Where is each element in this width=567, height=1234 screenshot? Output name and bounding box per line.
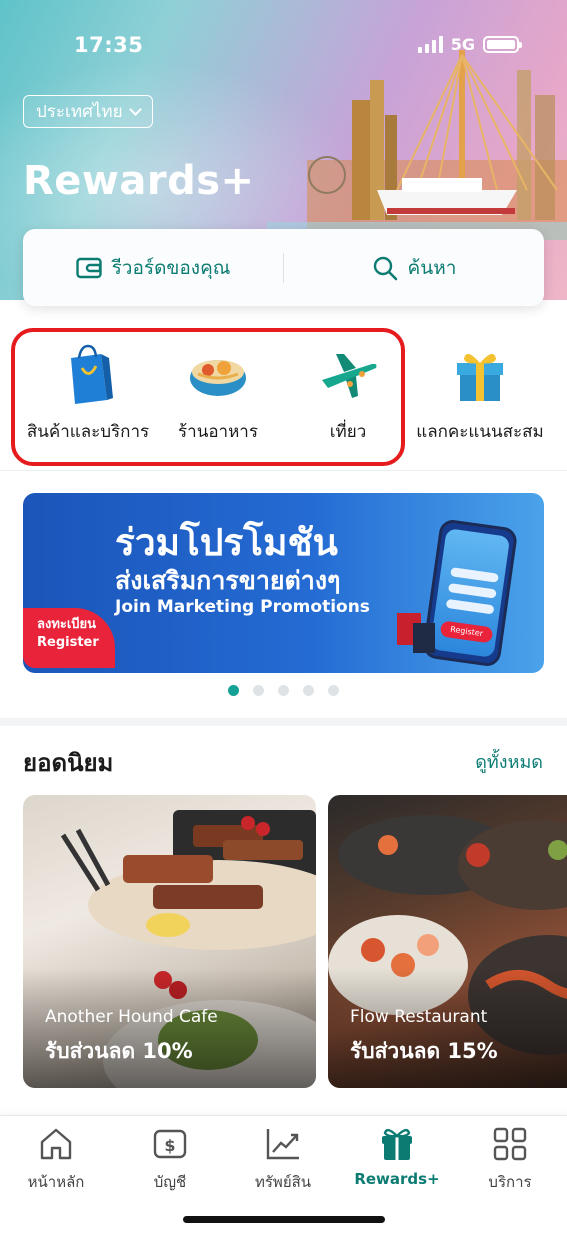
tab-label: หน้าหลัก [27, 1173, 85, 1191]
country-selector-label: ประเทศไทย [36, 102, 123, 122]
tab-label: Rewards+ [354, 1170, 440, 1188]
carousel-dot[interactable] [253, 685, 264, 696]
section-gap [0, 718, 567, 726]
carousel-dot[interactable] [303, 685, 314, 696]
signal-icon [417, 36, 443, 53]
tab-assets[interactable]: ทรัพย์สิน [228, 1124, 338, 1194]
carousel-dot[interactable] [228, 685, 239, 696]
tab-services[interactable]: บริการ [455, 1124, 565, 1194]
banner-english-text: Join Marketing Promotions [115, 597, 370, 617]
chart-up-icon [263, 1124, 303, 1164]
shopping-bags-illustration [397, 613, 435, 653]
status-bar: 17:35 5G [0, 0, 567, 90]
grid-icon [490, 1124, 530, 1164]
register-en-label: Register [37, 635, 99, 650]
popular-cards: Another Hound Cafe รับส่วนลด 10% Flow Re… [23, 795, 567, 1088]
status-indicators: 5G [417, 35, 522, 54]
quick-actions-card: รีวอร์ดของคุณ ค้นหา [23, 229, 544, 306]
banner-register-badge[interactable]: ลงทะเบียน Register [23, 608, 115, 668]
gift-box-icon [445, 344, 515, 406]
category-highlight-outline [11, 328, 405, 466]
dollar-card-icon: $ [150, 1124, 190, 1164]
card-merchant-name: Another Hound Cafe [45, 1007, 218, 1027]
divider [0, 470, 567, 471]
tab-rewards[interactable]: Rewards+ [342, 1124, 452, 1188]
promo-banner[interactable]: ร่วมโปรโมชัน ส่งเสริมการขายต่างๆ Join Ma… [23, 493, 544, 673]
carousel-dot[interactable] [278, 685, 289, 696]
phone-register-button: Register [439, 620, 494, 644]
page-title: Rewards+ [23, 158, 255, 204]
popular-section-title: ยอดนิยม [23, 749, 114, 777]
banner-subheadline: ส่งเสริมการขายต่างๆ [115, 566, 341, 595]
popular-card-another-hound-cafe[interactable]: Another Hound Cafe รับส่วนลด 10% [23, 795, 316, 1088]
popular-card-flow-restaurant[interactable]: Flow Restaurant รับส่วนลด 15% [328, 795, 567, 1088]
see-all-link[interactable]: ดูทั้งหมด [475, 747, 543, 776]
carousel-indicator [0, 685, 567, 696]
chevron-down-icon [128, 102, 142, 116]
category-redeem-points[interactable]: แลกคะแนนสะสม [405, 344, 555, 445]
gift-icon [377, 1124, 417, 1164]
carousel-dot[interactable] [328, 685, 339, 696]
country-selector[interactable]: ประเทศไทย [23, 95, 153, 128]
tab-home[interactable]: หน้าหลัก [1, 1124, 111, 1194]
tab-label: บัญชี [153, 1173, 187, 1191]
my-rewards-button[interactable]: รีวอร์ดของคุณ [23, 229, 283, 306]
card-discount: รับส่วนลด 10% [45, 1039, 193, 1063]
card-discount: รับส่วนลด 15% [350, 1039, 498, 1063]
search-icon [373, 256, 397, 280]
tab-accounts[interactable]: $ บัญชี [115, 1124, 225, 1194]
search-button[interactable]: ค้นหา [284, 229, 544, 306]
network-type: 5G [450, 35, 475, 54]
register-th-label: ลงทะเบียน [37, 617, 97, 632]
search-label: ค้นหา [407, 256, 457, 279]
my-rewards-label: รีวอร์ดของคุณ [111, 256, 231, 279]
card-shade [23, 968, 316, 1088]
home-icon [36, 1124, 76, 1164]
category-label: แลกคะแนนสะสม [416, 422, 544, 442]
wallet-icon [75, 257, 102, 278]
status-time: 17:35 [74, 33, 144, 57]
card-merchant-name: Flow Restaurant [350, 1007, 488, 1027]
svg-text:$: $ [164, 1136, 175, 1155]
tab-label: ทรัพย์สิน [254, 1173, 312, 1191]
battery-icon [483, 36, 522, 53]
home-indicator [183, 1216, 385, 1223]
card-shade [328, 968, 567, 1088]
tab-label: บริการ [488, 1173, 532, 1191]
